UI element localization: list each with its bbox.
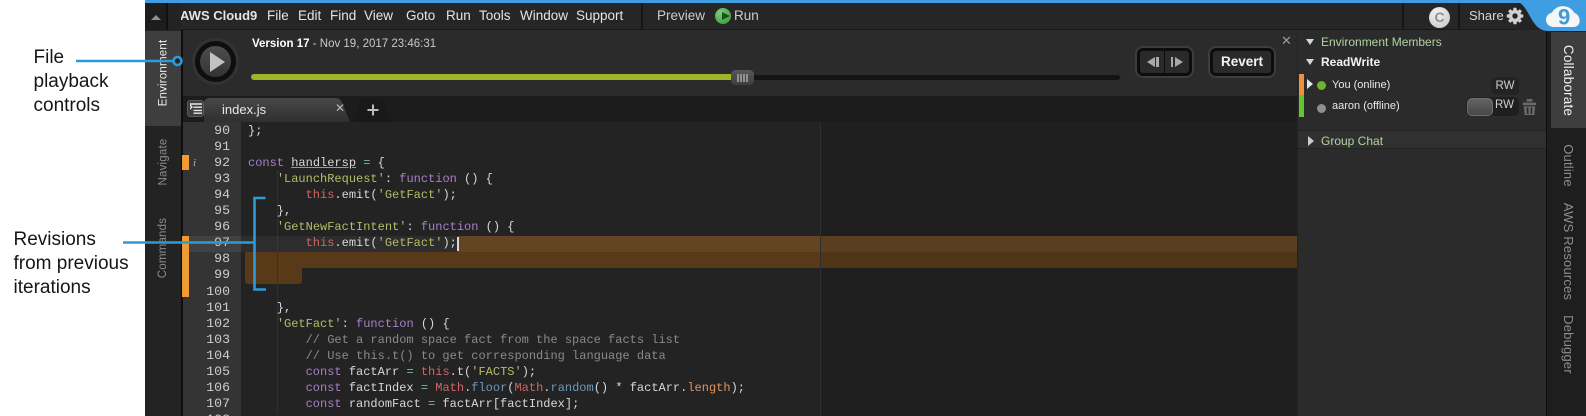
svg-text:9: 9 [1558, 5, 1570, 30]
